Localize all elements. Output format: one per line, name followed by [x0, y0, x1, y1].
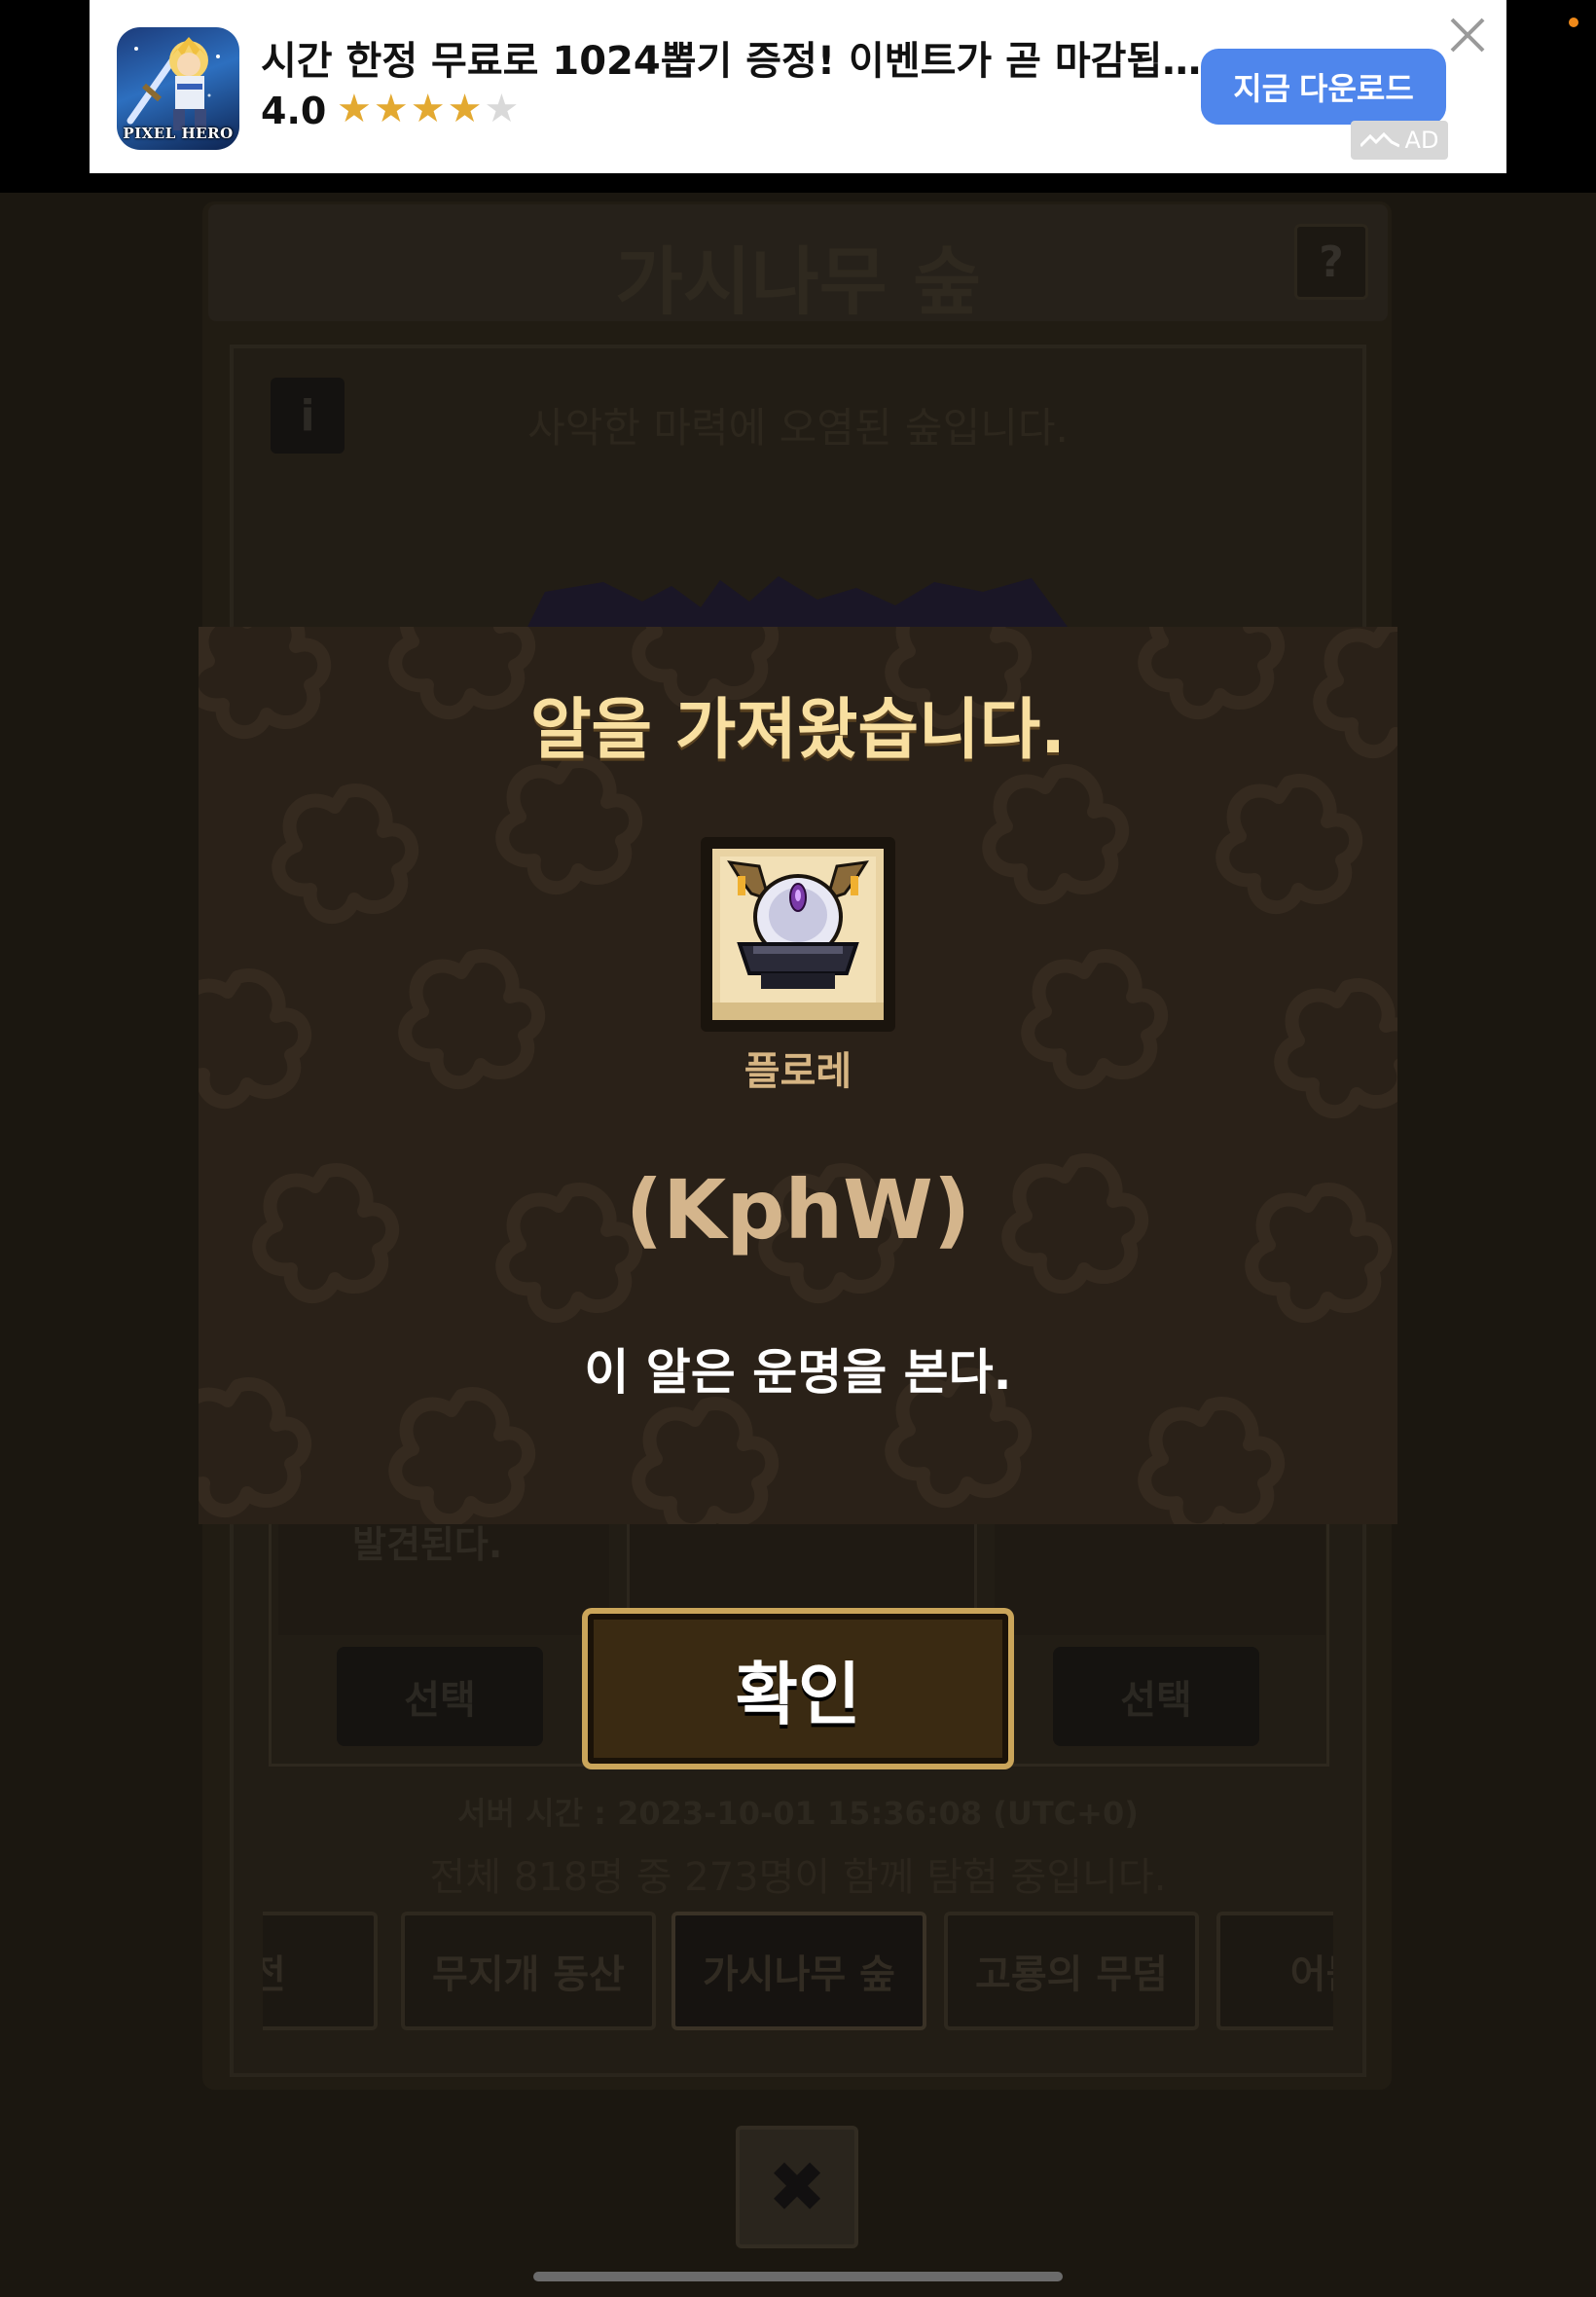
explore-status: 전체 818명 중 273명이 함께 탐험 중입니다.: [429, 1855, 1167, 1900]
help-button[interactable]: ?: [1294, 224, 1368, 300]
star-icon: ★: [373, 87, 409, 131]
star-icon: ★: [484, 87, 520, 131]
area-creature-silhouette: [526, 576, 1070, 631]
tab-rainbow-hill[interactable]: 무지개 동산: [401, 1912, 656, 2030]
egg-choice-card-right: [995, 1518, 1325, 1635]
confirm-button-label: 확인: [588, 1614, 1008, 1764]
close-button[interactable]: ✖: [736, 2126, 858, 2248]
ad-app-icon[interactable]: PIXEL HERO: [117, 27, 239, 150]
egg-code: (KphW): [625, 1162, 971, 1258]
area-description: 사악한 마력에 오염된 숲입니다.: [527, 404, 1069, 452]
star-icon: ★: [337, 87, 372, 131]
select-left-button[interactable]: 선택: [337, 1647, 543, 1746]
ad-provider-icon: [1360, 132, 1399, 148]
select-right-button[interactable]: 선택: [1053, 1647, 1259, 1746]
ad-rating-value: 4.0: [261, 90, 327, 132]
star-icon: ★: [410, 87, 446, 131]
ad-badge: AD: [1351, 121, 1448, 160]
tab-temple[interactable]: 신전: [263, 1912, 378, 2030]
ad-app-icon-label: PIXEL HERO: [123, 125, 234, 142]
tab-dragon-tomb[interactable]: 고룡의 무덤: [944, 1912, 1199, 2030]
egg-icon: [705, 841, 891, 1028]
egg-name: 플로레: [744, 1049, 852, 1094]
modal-title: 알을 가져왔습니다.: [530, 692, 1066, 769]
star-icon: ★: [447, 87, 483, 131]
download-now-button[interactable]: 지금 다운로드: [1201, 49, 1446, 125]
egg-item-frame: [701, 837, 895, 1032]
ad-rating-stars: ★★★★★: [337, 88, 521, 130]
privacy-indicator-dot: [1569, 18, 1578, 27]
close-icon: ✖: [767, 2146, 827, 2228]
egg-result-modal: 알을 가져왔습니다. 플로레 (KphW) 이 알은 운명을 본다.: [199, 627, 1397, 1524]
egg-description: 이 알은 운명을 본다.: [584, 1344, 1012, 1401]
confirm-button[interactable]: 확인: [582, 1608, 1014, 1769]
home-indicator[interactable]: [533, 2272, 1063, 2281]
ad-close-icon[interactable]: [1444, 12, 1491, 58]
ad-title[interactable]: 시간 한정 무료로 1024뽑기 증정! 이벤트가 곧 마감됩…: [261, 29, 1273, 86]
ad-badge-label: AD: [1404, 127, 1439, 154]
server-time: 서버 시간 : 2023-10-01 15:36:08 (UTC+0): [457, 1795, 1139, 1832]
app-screen: PIXEL HERO 시간 한정 무료로 1024뽑기 증정! 이벤트가 곧 마…: [0, 0, 1596, 2297]
ad-banner[interactable]: PIXEL HERO 시간 한정 무료로 1024뽑기 증정! 이벤트가 곧 마…: [90, 0, 1506, 173]
tab-thorn-forest[interactable]: 가시나무 숲: [671, 1912, 926, 2030]
tab-darkness[interactable]: 어둠의: [1216, 1912, 1333, 2030]
area-tabs: 신전 무지개 동산 가시나무 숲 고룡의 무덤 어둠의: [263, 1908, 1333, 2034]
